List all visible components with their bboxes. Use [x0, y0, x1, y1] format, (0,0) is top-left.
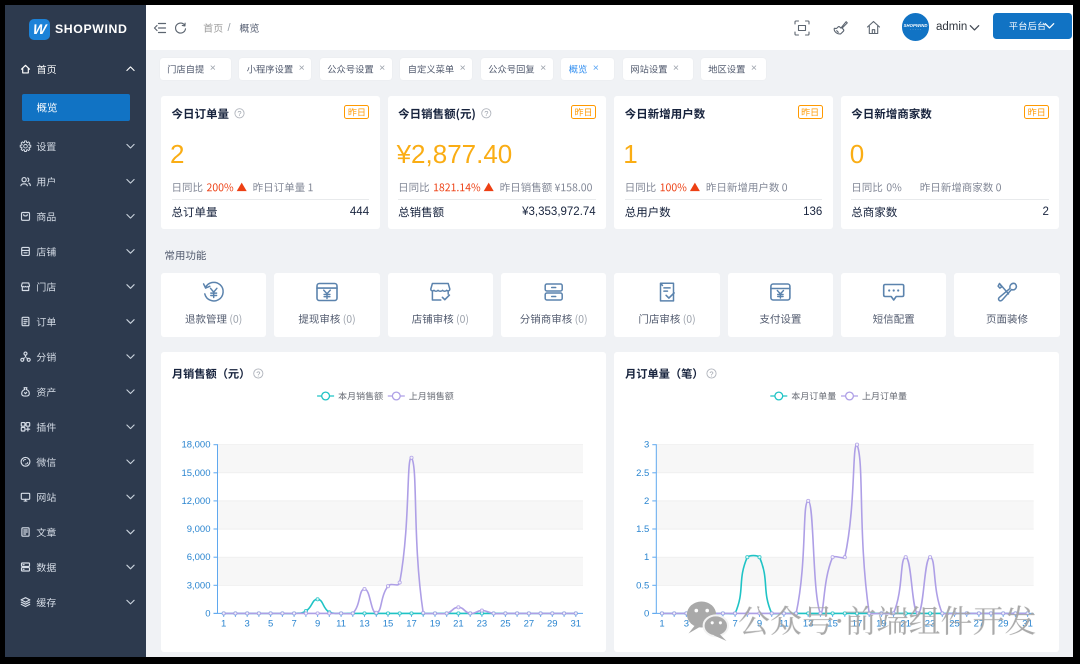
svg-text:?: ? — [709, 369, 713, 378]
svg-text:?: ? — [256, 369, 260, 378]
svg-text:?: ? — [484, 109, 488, 118]
svg-text:?: ? — [237, 109, 241, 118]
